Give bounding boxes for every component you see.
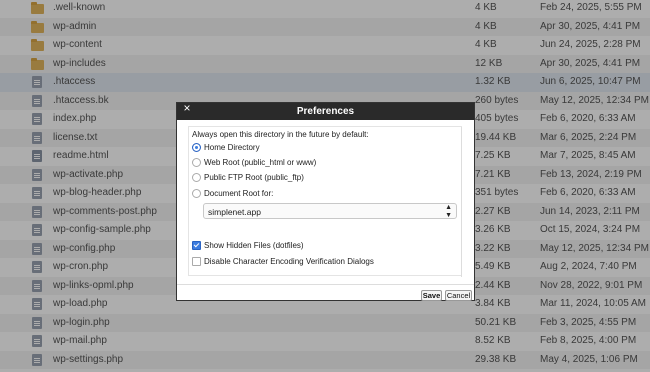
document-root-select[interactable]: simplenet.app ▲ ▼ (203, 203, 457, 219)
cancel-button[interactable]: Cancel (445, 290, 472, 301)
option-label: Document Root for: (204, 189, 274, 198)
document-root-value: simplenet.app (208, 207, 261, 217)
preferences-dialog: × Preferences Always open this directory… (176, 102, 475, 301)
disable-encoding-checkbox[interactable] (192, 257, 201, 266)
option-label: Home Directory (204, 143, 260, 152)
dialog-scrollbar[interactable] (461, 127, 472, 277)
select-arrows-icon: ▲ ▼ (445, 204, 452, 219)
dialog-footer-divider (177, 284, 474, 285)
option-label: Web Root (public_html or www) (204, 158, 317, 167)
save-button[interactable]: Save (421, 290, 442, 301)
show-hidden-files-checkbox[interactable] (192, 241, 201, 250)
radio-public-ftp-root[interactable] (192, 173, 201, 182)
dialog-header: × Preferences (177, 102, 474, 120)
radio-home-directory[interactable] (192, 143, 201, 152)
dialog-title: Preferences (296, 106, 355, 117)
disable-encoding-label: Disable Character Encoding Verification … (204, 257, 374, 266)
option-label: Public FTP Root (public_ftp) (204, 173, 304, 182)
dialog-body: Always open this directory in the future… (188, 126, 462, 277)
show-hidden-files-label: Show Hidden Files (dotfiles) (204, 241, 304, 250)
radio-document-root[interactable] (192, 189, 201, 198)
radio-web-root[interactable] (192, 158, 201, 167)
default-directory-prompt: Always open this directory in the future… (192, 130, 369, 139)
